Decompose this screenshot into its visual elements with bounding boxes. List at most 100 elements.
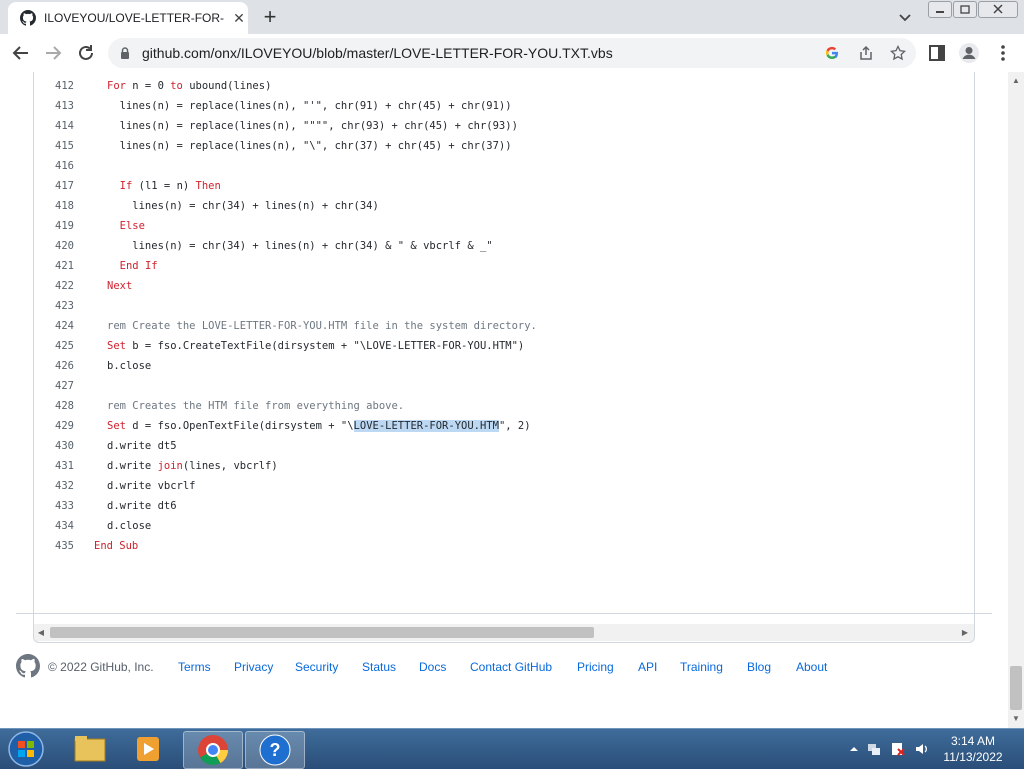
code-keyword: Else — [119, 220, 145, 232]
line-number[interactable]: 435 — [34, 536, 74, 556]
line-number[interactable]: 413 — [34, 96, 74, 116]
footer-link-training[interactable]: Training — [680, 660, 723, 674]
line-number[interactable]: 414 — [34, 116, 74, 136]
code-token: d.write dt5 — [107, 440, 177, 452]
vertical-scrollbar[interactable]: ▲ ▼ — [1008, 72, 1024, 728]
restore-button[interactable] — [953, 1, 977, 18]
code-line: 415 lines(n) = replace(lines(n), "\", ch… — [34, 136, 974, 156]
line-number[interactable]: 431 — [34, 456, 74, 476]
copyright-text: © 2022 GitHub, Inc. — [48, 660, 154, 674]
code-text: lines(n) = chr(34) + lines(n) + chr(34) — [107, 196, 379, 216]
code-line: 425 Set b = fso.CreateTextFile(dirsystem … — [34, 336, 974, 356]
line-number[interactable]: 419 — [34, 216, 74, 236]
code-keyword: Then — [195, 180, 221, 192]
footer-link-docs[interactable]: Docs — [419, 660, 446, 674]
chrome-taskbar-icon[interactable] — [183, 731, 243, 769]
network-icon[interactable] — [866, 741, 882, 757]
line-number[interactable]: 418 — [34, 196, 74, 216]
horizontal-scrollbar[interactable]: ◀ ▶ — [34, 624, 974, 641]
scroll-down-icon[interactable]: ▼ — [1011, 714, 1021, 724]
footer-link-about[interactable]: About — [796, 660, 827, 674]
menu-icon[interactable] — [992, 42, 1014, 64]
line-number[interactable]: 416 — [34, 156, 74, 176]
horizontal-scroll-thumb[interactable] — [50, 627, 594, 638]
line-number[interactable]: 420 — [34, 236, 74, 256]
line-number[interactable]: 421 — [34, 256, 74, 276]
vertical-scroll-thumb[interactable] — [1010, 666, 1022, 710]
plus-icon[interactable]: + — [258, 6, 282, 28]
help-taskbar-icon[interactable]: ? — [245, 731, 305, 769]
sidepanel-icon[interactable] — [926, 42, 948, 64]
code-line: 417 If (l1 = n) Then — [34, 176, 974, 196]
google-icon[interactable] — [824, 45, 840, 61]
code-token: (l1 = n) — [132, 180, 196, 192]
line-number[interactable]: 428 — [34, 396, 74, 416]
github-icon[interactable] — [16, 654, 40, 678]
line-number[interactable]: 430 — [34, 436, 74, 456]
code-text: If (l1 = n) Then — [107, 176, 221, 196]
svg-text:?: ? — [270, 740, 281, 760]
site-footer: © 2022 GitHub, Inc. Terms Privacy Securi… — [16, 654, 996, 684]
scroll-right-icon[interactable]: ▶ — [960, 627, 970, 638]
line-number[interactable]: 423 — [34, 296, 74, 316]
browser-toolbar: github.com/onx/ILOVEYOU/blob/master/LOVE… — [0, 34, 1024, 73]
chevron-down-icon[interactable] — [896, 8, 914, 26]
code-line: 435 End Sub — [34, 536, 974, 556]
line-number[interactable]: 412 — [34, 76, 74, 96]
lock-icon[interactable] — [118, 46, 132, 60]
media-player-taskbar-icon[interactable] — [120, 731, 178, 767]
line-number[interactable]: 426 — [34, 356, 74, 376]
minimize-button[interactable] — [928, 1, 952, 18]
code-token: lines(n) = chr(34) + lines(n) + chr(34) … — [107, 240, 493, 252]
footer-link-pricing[interactable]: Pricing — [577, 660, 614, 674]
code-text: d.write dt6 — [107, 496, 177, 516]
footer-link-blog[interactable]: Blog — [747, 660, 771, 674]
star-icon[interactable] — [890, 45, 906, 61]
tray-chevron-icon[interactable] — [846, 741, 862, 757]
footer-divider — [16, 613, 992, 614]
scroll-left-icon[interactable]: ◀ — [36, 627, 46, 638]
code-line: 434 d.close — [34, 516, 974, 536]
footer-link-api[interactable]: API — [638, 660, 657, 674]
line-number[interactable]: 432 — [34, 476, 74, 496]
window-close-button[interactable] — [978, 1, 1018, 18]
line-number[interactable]: 424 — [34, 316, 74, 336]
line-number[interactable]: 433 — [34, 496, 74, 516]
footer-link-terms[interactable]: Terms — [178, 660, 211, 674]
code-line: 432 d.write vbcrlf — [34, 476, 974, 496]
line-number[interactable]: 434 — [34, 516, 74, 536]
line-number[interactable]: 422 — [34, 276, 74, 296]
footer-link-contact[interactable]: Contact GitHub — [470, 660, 552, 674]
selected-text: LOVE-LETTER-FOR-YOU.HTM — [353, 420, 499, 432]
line-number[interactable]: 415 — [34, 136, 74, 156]
explorer-taskbar-icon[interactable] — [60, 731, 118, 767]
browser-tab[interactable]: ILOVEYOU/LOVE-LETTER-FOR-YOU.TXT.vbs at … — [8, 2, 248, 34]
scroll-up-icon[interactable]: ▲ — [1011, 76, 1021, 86]
share-icon[interactable] — [858, 45, 874, 61]
action-center-icon[interactable] — [890, 741, 906, 757]
footer-link-privacy[interactable]: Privacy — [234, 660, 273, 674]
footer-link-status[interactable]: Status — [362, 660, 396, 674]
line-number[interactable]: 417 — [34, 176, 74, 196]
back-icon[interactable] — [10, 42, 32, 64]
forward-icon[interactable] — [42, 42, 64, 64]
line-number[interactable]: 429 — [34, 416, 74, 436]
profile-icon[interactable] — [958, 42, 980, 64]
github-icon — [20, 10, 36, 26]
start-button[interactable] — [6, 730, 46, 768]
close-icon[interactable]: ✕ — [230, 9, 248, 27]
code-token: d = fso.OpenTextFile(dirsystem + "\ — [125, 420, 354, 432]
line-number[interactable]: 425 — [34, 336, 74, 356]
footer-link-security[interactable]: Security — [295, 660, 338, 674]
address-bar[interactable]: github.com/onx/ILOVEYOU/blob/master/LOVE… — [108, 38, 916, 68]
volume-icon[interactable] — [914, 741, 930, 757]
clock-date: 11/13/2022 — [943, 750, 1003, 764]
system-clock[interactable]: 3:14 AM 11/13/2022 — [936, 733, 1010, 765]
reload-icon[interactable] — [75, 42, 97, 64]
line-number[interactable]: 427 — [34, 376, 74, 396]
code-token: ubound(lines) — [182, 80, 272, 92]
code-text: End If — [107, 256, 158, 276]
url-text[interactable]: github.com/onx/ILOVEYOU/blob/master/LOVE… — [142, 45, 613, 61]
